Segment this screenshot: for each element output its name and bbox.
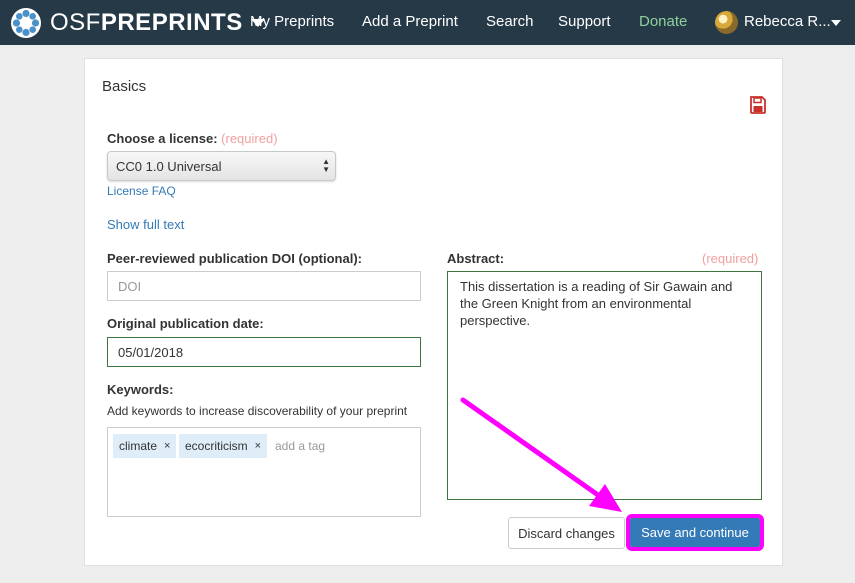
keyword-tag: climate × [113, 434, 177, 458]
keyword-tag: ecocriticism × [179, 434, 268, 458]
show-full-text-link[interactable]: Show full text [107, 217, 184, 232]
nav-support[interactable]: Support [558, 13, 611, 30]
user-menu-name[interactable]: Rebecca R... [744, 13, 831, 30]
pub-date-input[interactable]: 05/01/2018 [107, 337, 421, 367]
pub-date-value: 05/01/2018 [118, 344, 184, 360]
license-faq-link[interactable]: License FAQ [107, 184, 176, 198]
save-and-continue-button[interactable]: Save and continue [626, 514, 764, 551]
doi-input[interactable]: DOI [107, 271, 421, 301]
nav-my-preprints[interactable]: My Preprints [250, 13, 334, 30]
top-navbar: OSF PREPRINTS My Preprints Add a Preprin… [0, 0, 855, 45]
panel-title: Basics [102, 78, 147, 95]
floppy-disk-icon[interactable] [749, 96, 767, 114]
nav-donate[interactable]: Donate [639, 13, 687, 30]
keyword-tag-label: ecocriticism [185, 439, 248, 453]
close-icon[interactable]: × [164, 440, 170, 452]
abstract-required: (required) [702, 251, 759, 266]
doi-label: Peer-reviewed publication DOI (optional)… [107, 251, 362, 266]
caret-down-icon[interactable] [831, 20, 841, 26]
brand-menu[interactable]: OSF PREPRINTS [10, 7, 265, 39]
pub-date-label: Original publication date: [107, 316, 264, 331]
brand-preprints-text: PREPRINTS [100, 9, 243, 36]
discard-changes-button[interactable]: Discard changes [508, 517, 625, 549]
keywords-helper: Add keywords to increase discoverability… [107, 404, 408, 418]
license-select[interactable]: CC0 1.0 Universal ▲ ▼ [107, 151, 336, 181]
license-required: (required) [221, 131, 278, 146]
brand-osf-text: OSF [50, 9, 101, 36]
license-label-text: Choose a license: [107, 131, 218, 146]
keywords-label: Keywords: [107, 382, 174, 397]
license-label: Choose a license: (required) [107, 131, 278, 146]
nav-add-preprint[interactable]: Add a Preprint [362, 13, 458, 30]
nav-search[interactable]: Search [486, 13, 534, 30]
osf-logo-icon [11, 8, 41, 38]
close-icon[interactable]: × [255, 440, 261, 452]
abstract-label: Abstract: [447, 251, 505, 266]
avatar[interactable] [715, 11, 738, 34]
abstract-textarea[interactable]: This dissertation is a reading of Sir Ga… [447, 271, 762, 500]
doi-placeholder: DOI [118, 278, 142, 294]
keyword-tag-label: climate [119, 439, 158, 453]
select-arrows-icon: ▲ ▼ [322, 157, 330, 174]
basics-panel: Basics Choose a license: (required) CC0 … [84, 58, 783, 566]
license-selected-value: CC0 1.0 Universal [116, 159, 222, 174]
keywords-tag-box[interactable]: climate × ecocriticism × add a tag [107, 427, 421, 517]
add-tag-input[interactable]: add a tag [275, 439, 325, 453]
